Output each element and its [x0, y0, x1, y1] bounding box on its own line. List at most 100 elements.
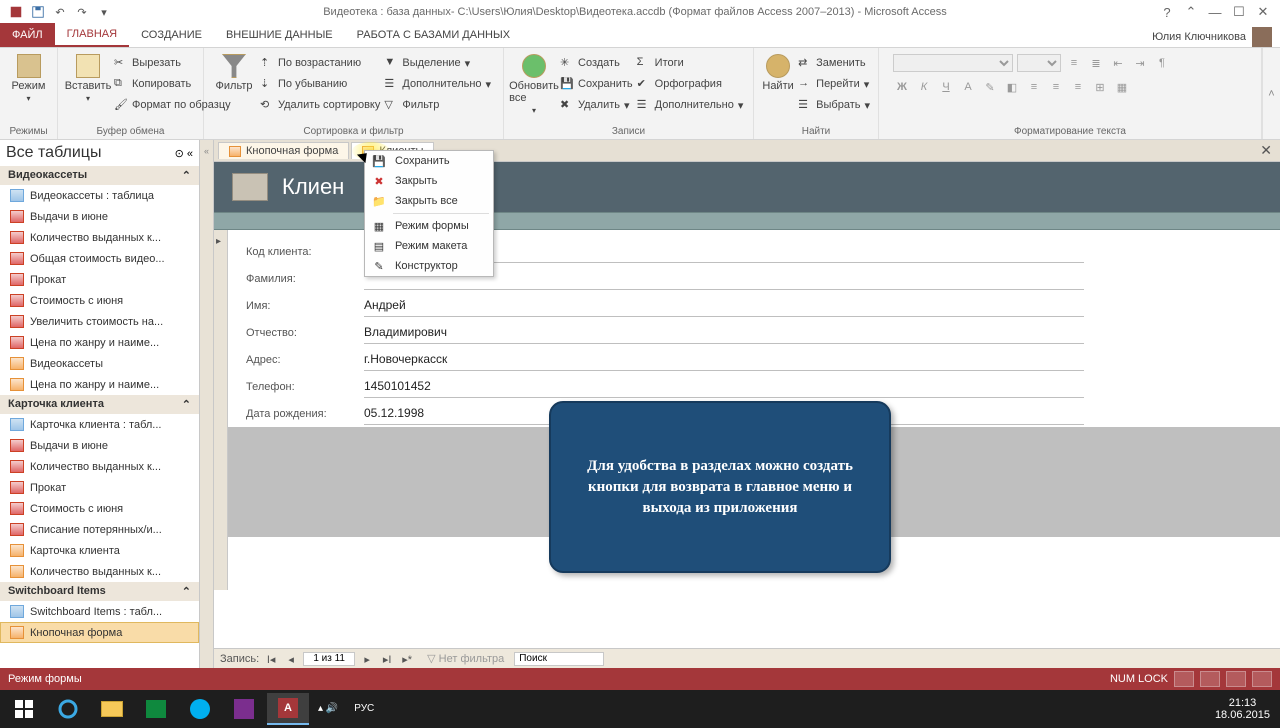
toggle-filter-button[interactable]: ▽Фильтр — [384, 96, 491, 114]
tab-create[interactable]: СОЗДАНИЕ — [129, 23, 214, 47]
maximize-button[interactable]: ☐ — [1228, 2, 1250, 22]
clear-sort-button[interactable]: ⟲Удалить сортировку — [260, 96, 380, 114]
indent-inc-button[interactable]: ⇥ — [1131, 54, 1149, 72]
ctx-save[interactable]: 💾Сохранить — [365, 151, 493, 171]
nav-item-selected[interactable]: Кнопочная форма — [0, 622, 199, 643]
align-left-button[interactable]: ≡ — [1025, 78, 1043, 96]
taskbar-ie[interactable] — [47, 693, 89, 725]
more-records-button[interactable]: ☰Дополнительно▾ — [637, 96, 744, 114]
nav-group-2[interactable]: Карточка клиента⌃ — [0, 395, 199, 414]
nav-item[interactable]: Стоимость с июня — [0, 290, 199, 311]
replace-button[interactable]: ⇄Заменить — [798, 54, 870, 72]
ctx-close[interactable]: ✖Закрыть — [365, 171, 493, 191]
nav-item[interactable]: Цена по жанру и наиме... — [0, 332, 199, 353]
fill-color-button[interactable]: ◧ — [1003, 78, 1021, 96]
doc-tab-close[interactable]: ✕ — [1252, 142, 1280, 159]
ctx-designview[interactable]: ✎Конструктор — [365, 256, 493, 276]
ltr-button[interactable]: ¶ — [1153, 54, 1171, 72]
ctx-closeall[interactable]: 📁Закрыть все — [365, 191, 493, 211]
nav-group-3[interactable]: Switchboard Items⌃ — [0, 582, 199, 601]
nav-item[interactable]: Прокат — [0, 477, 199, 498]
doc-tab-1[interactable]: Кнопочная форма — [218, 142, 349, 159]
nav-item[interactable]: Видеокассеты — [0, 353, 199, 374]
tab-external[interactable]: ВНЕШНИЕ ДАННЫЕ — [214, 23, 345, 47]
taskbar-skype[interactable] — [179, 693, 221, 725]
nav-group-1[interactable]: Видеокассеты⌃ — [0, 166, 199, 185]
selection-filter-button[interactable]: ▼Выделение▾ — [384, 54, 491, 72]
nav-item[interactable]: Switchboard Items : табл... — [0, 601, 199, 622]
account-avatar[interactable] — [1252, 27, 1272, 47]
nav-item[interactable]: Количество выданных к... — [0, 456, 199, 477]
align-center-button[interactable]: ≡ — [1047, 78, 1065, 96]
indent-dec-button[interactable]: ⇤ — [1109, 54, 1127, 72]
recnav-next[interactable]: ▸ — [359, 652, 375, 666]
ctx-layoutview[interactable]: ▤Режим макета — [365, 236, 493, 256]
account-name[interactable]: Юлия Ключникова — [1152, 31, 1246, 43]
nav-item[interactable]: Прокат — [0, 269, 199, 290]
help-button[interactable]: ? — [1156, 2, 1178, 22]
qat-redo[interactable]: ↷ — [72, 2, 92, 22]
qat-more[interactable]: ▾ — [94, 2, 114, 22]
nav-item[interactable]: Цена по жанру и наиме... — [0, 374, 199, 395]
recnav-prev[interactable]: ◂ — [283, 652, 299, 666]
sort-asc-button[interactable]: ⇡По возрастанию — [260, 54, 380, 72]
gridlines-button[interactable]: ⊞ — [1091, 78, 1109, 96]
taskbar-tray[interactable]: ▴ 🔊 — [310, 703, 346, 715]
nav-item[interactable]: Стоимость с июня — [0, 498, 199, 519]
recnav-new[interactable]: ▸* — [399, 652, 415, 666]
taskbar-onenote[interactable] — [223, 693, 265, 725]
nav-item[interactable]: Количество выданных к... — [0, 561, 199, 582]
record-selector[interactable] — [214, 230, 228, 590]
taskbar-explorer[interactable] — [91, 693, 133, 725]
save-record-button[interactable]: 💾Сохранить — [560, 75, 633, 93]
ribbon-collapse-icon[interactable]: ˄ — [1262, 48, 1280, 139]
bullets-button[interactable]: ≡ — [1065, 54, 1083, 72]
recnav-last[interactable]: ▸I — [379, 652, 395, 666]
find-button[interactable]: Найти — [762, 54, 794, 92]
paste-button[interactable]: Вставить▾ — [66, 54, 110, 103]
recnav-search[interactable] — [514, 652, 604, 666]
nav-item[interactable]: Карточка клиента : табл... — [0, 414, 199, 435]
nav-item[interactable]: Списание потерянных/и... — [0, 519, 199, 540]
field-mid[interactable]: Владимирович — [364, 322, 1084, 344]
font-size-select[interactable] — [1017, 54, 1061, 72]
view-form-button[interactable] — [1174, 671, 1194, 687]
goto-button[interactable]: →Перейти▾ — [798, 75, 870, 93]
italic-button[interactable]: К — [915, 78, 933, 96]
nav-item[interactable]: Увеличить стоимость на... — [0, 311, 199, 332]
qat-undo[interactable]: ↶ — [50, 2, 70, 22]
recnav-position[interactable] — [303, 652, 355, 666]
view-mode-button[interactable]: Режим▾ — [8, 54, 49, 103]
close-button[interactable]: ✕ — [1252, 2, 1274, 22]
field-first[interactable]: Андрей — [364, 295, 1084, 317]
taskbar-access[interactable]: A — [267, 693, 309, 725]
delete-record-button[interactable]: ✖Удалить▾ — [560, 96, 633, 114]
taskbar-store[interactable] — [135, 693, 177, 725]
nav-item[interactable]: Выдачи в июне — [0, 435, 199, 456]
new-record-button[interactable]: ✳Создать — [560, 54, 633, 72]
ctx-formview[interactable]: ▦Режим формы — [365, 216, 493, 236]
highlight-button[interactable]: ✎ — [981, 78, 999, 96]
nav-item[interactable]: Общая стоимость видео... — [0, 248, 199, 269]
font-family-select[interactable] — [893, 54, 1013, 72]
nav-item[interactable]: Выдачи в июне — [0, 206, 199, 227]
view-datasheet-button[interactable] — [1200, 671, 1220, 687]
taskbar-lang[interactable]: РУС — [346, 703, 382, 715]
advanced-filter-button[interactable]: ☰Дополнительно▾ — [384, 75, 491, 93]
tab-home[interactable]: ГЛАВНАЯ — [55, 23, 129, 47]
nav-item[interactable]: Количество выданных к... — [0, 227, 199, 248]
qat-save[interactable] — [28, 2, 48, 22]
field-phone[interactable]: 1450101452 — [364, 376, 1084, 398]
recnav-first[interactable]: I◂ — [263, 652, 279, 666]
align-right-button[interactable]: ≡ — [1069, 78, 1087, 96]
refresh-all-button[interactable]: Обновить все▾ — [512, 54, 556, 115]
nav-dropdown-icon[interactable]: ⊙ « — [175, 147, 193, 160]
nav-item[interactable]: Видеокассеты : таблица — [0, 185, 199, 206]
font-color-button[interactable]: A — [959, 78, 977, 96]
filter-button[interactable]: Фильтр — [212, 54, 256, 92]
nav-item[interactable]: Карточка клиента — [0, 540, 199, 561]
minimize-button[interactable]: — — [1204, 2, 1226, 22]
totals-button[interactable]: ΣИтоги — [637, 54, 744, 72]
tab-dbtools[interactable]: РАБОТА С БАЗАМИ ДАННЫХ — [345, 23, 522, 47]
underline-button[interactable]: Ч — [937, 78, 955, 96]
